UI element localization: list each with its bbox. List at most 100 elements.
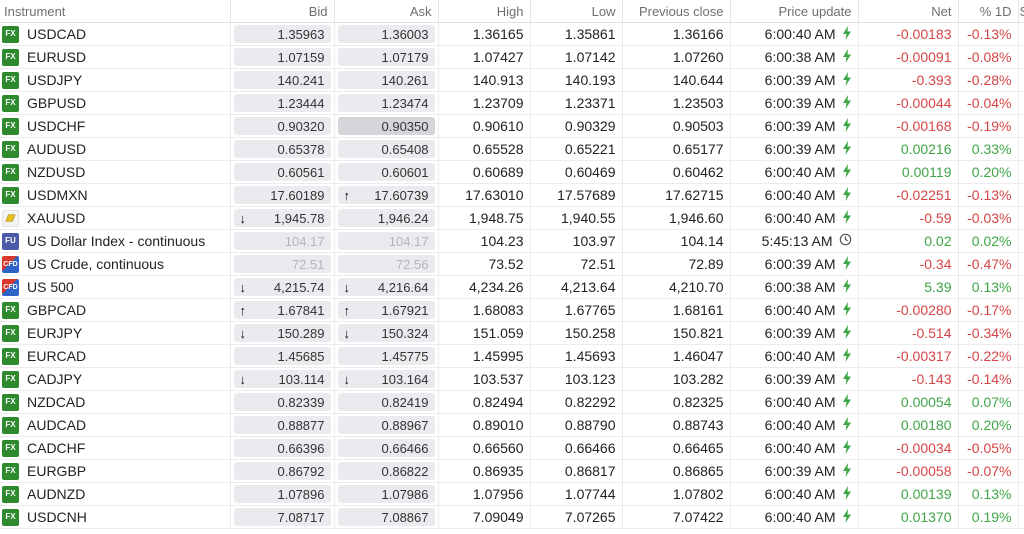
bid-price-button[interactable]: 0.88877	[233, 416, 331, 434]
ask-price-button[interactable]: 104.17	[337, 232, 435, 250]
bid-price-button[interactable]: 17.60189	[233, 186, 331, 204]
bid-cell[interactable]: 0.66396	[230, 436, 335, 460]
table-row[interactable]: FX USDMXN 17.60189 ↑ 17.60739 17.63010 17.5768…	[0, 183, 1024, 207]
instrument-cell[interactable]: FX CADJPY	[0, 367, 231, 391]
table-row[interactable]: XAUUSD ↓ 1,945.78 1,946.24 1,948.75 1,940.55 1…	[0, 206, 1024, 230]
bid-cell[interactable]: 0.90320	[230, 114, 335, 138]
table-row[interactable]: FX EURUSD 1.07159 1.07179 1.07427 1.07142 1.07…	[0, 45, 1024, 69]
bid-cell[interactable]: ↑ 1.67841	[230, 298, 335, 322]
ask-cell[interactable]: 0.88967	[334, 413, 439, 437]
bid-price-button[interactable]: 0.82339	[233, 393, 331, 411]
instrument-cell[interactable]: FX EURUSD	[0, 45, 231, 69]
instrument-cell[interactable]: FX USDCNH	[0, 505, 231, 529]
ask-cell[interactable]: ↓ 4,216.64	[334, 275, 439, 299]
ask-cell[interactable]: 140.261	[334, 68, 439, 92]
ask-price-button[interactable]: 0.60601	[337, 163, 435, 181]
table-row[interactable]: FX USDCAD 1.35963 1.36003 1.36165 1.35861 1.36…	[0, 22, 1024, 46]
ask-cell[interactable]: 72.56	[334, 252, 439, 276]
table-row[interactable]: FX AUDNZD 1.07896 1.07986 1.07956 1.07744 1.07…	[0, 482, 1024, 506]
col-header-instrument[interactable]: Instrument	[0, 0, 231, 23]
table-row[interactable]: FX CADCHF 0.66396 0.66466 0.66560 0.66466 0.66…	[0, 436, 1024, 460]
ask-cell[interactable]: 1.36003	[334, 22, 439, 46]
bid-price-button[interactable]: ↑ 1.67841	[233, 301, 331, 319]
ask-cell[interactable]: 1.45775	[334, 344, 439, 368]
col-header-extra[interactable]: S	[1018, 0, 1024, 23]
bid-cell[interactable]: 1.07159	[230, 45, 335, 69]
ask-price-button[interactable]: 0.65408	[337, 140, 435, 158]
ask-cell[interactable]: 0.82419	[334, 390, 439, 414]
bid-cell[interactable]: 0.60561	[230, 160, 335, 184]
bid-price-button[interactable]: 104.17	[233, 232, 331, 250]
ask-price-button[interactable]: 0.82419	[337, 393, 435, 411]
instrument-cell[interactable]: FX AUDUSD	[0, 137, 231, 161]
ask-cell[interactable]: 0.90350	[334, 114, 439, 138]
bid-cell[interactable]: ↓ 103.114	[230, 367, 335, 391]
bid-price-button[interactable]: 140.241	[233, 71, 331, 89]
table-row[interactable]: FX USDCHF 0.90320 0.90350 0.90610 0.90329 0.90…	[0, 114, 1024, 138]
col-header-price-update[interactable]: Price update	[730, 0, 859, 23]
table-row[interactable]: CFD US Crude, continuous 72.51 72.56 73.52 72…	[0, 252, 1024, 276]
ask-cell[interactable]: 0.65408	[334, 137, 439, 161]
ask-price-button[interactable]: 1.36003	[337, 25, 435, 43]
bid-price-button[interactable]: 1.35963	[233, 25, 331, 43]
bid-price-button[interactable]: 1.45685	[233, 347, 331, 365]
table-row[interactable]: FX NZDUSD 0.60561 0.60601 0.60689 0.60469 0.60…	[0, 160, 1024, 184]
bid-cell[interactable]: 1.23444	[230, 91, 335, 115]
ask-price-button[interactable]: ↑ 17.60739	[337, 186, 435, 204]
bid-cell[interactable]: 0.86792	[230, 459, 335, 483]
instrument-cell[interactable]: FX GBPCAD	[0, 298, 231, 322]
col-header-previous-close[interactable]: Previous close	[622, 0, 731, 23]
instrument-cell[interactable]: FX EURCAD	[0, 344, 231, 368]
ask-price-button[interactable]: 1.45775	[337, 347, 435, 365]
ask-price-button[interactable]: 7.08867	[337, 508, 435, 526]
instrument-cell[interactable]: CFD US Crude, continuous	[0, 252, 231, 276]
ask-price-button[interactable]: 1.07179	[337, 48, 435, 66]
instrument-cell[interactable]: FX USDCHF	[0, 114, 231, 138]
bid-price-button[interactable]: 1.07896	[233, 485, 331, 503]
bid-price-button[interactable]: 1.23444	[233, 94, 331, 112]
bid-cell[interactable]: 7.08717	[230, 505, 335, 529]
instrument-cell[interactable]: FU US Dollar Index - continuous	[0, 229, 231, 253]
bid-price-button[interactable]: ↓ 103.114	[233, 370, 331, 388]
ask-price-button[interactable]: 0.90350	[337, 117, 435, 135]
instrument-cell[interactable]: FX CADCHF	[0, 436, 231, 460]
instrument-cell[interactable]: CFD US 500	[0, 275, 231, 299]
bid-cell[interactable]: 1.07896	[230, 482, 335, 506]
bid-price-button[interactable]: 72.51	[233, 255, 331, 273]
ask-price-button[interactable]: 72.56	[337, 255, 435, 273]
ask-price-button[interactable]: ↓ 150.324	[337, 324, 435, 342]
instrument-cell[interactable]: XAUUSD	[0, 206, 231, 230]
bid-cell[interactable]: 1.45685	[230, 344, 335, 368]
bid-price-button[interactable]: 0.66396	[233, 439, 331, 457]
ask-cell[interactable]: 0.66466	[334, 436, 439, 460]
bid-cell[interactable]: 0.65378	[230, 137, 335, 161]
bid-cell[interactable]: ↓ 150.289	[230, 321, 335, 345]
ask-cell[interactable]: 104.17	[334, 229, 439, 253]
bid-cell[interactable]: 140.241	[230, 68, 335, 92]
instrument-cell[interactable]: FX NZDUSD	[0, 160, 231, 184]
instrument-cell[interactable]: FX EURJPY	[0, 321, 231, 345]
ask-price-button[interactable]: 140.261	[337, 71, 435, 89]
table-row[interactable]: FX NZDCAD 0.82339 0.82419 0.82494 0.82292 0.82…	[0, 390, 1024, 414]
col-header-pct-1d[interactable]: % 1D	[958, 0, 1019, 23]
instrument-cell[interactable]: FX GBPUSD	[0, 91, 231, 115]
ask-price-button[interactable]: 0.66466	[337, 439, 435, 457]
instrument-cell[interactable]: FX USDCAD	[0, 22, 231, 46]
table-row[interactable]: FX USDJPY 140.241 140.261 140.913 140.193 140.…	[0, 68, 1024, 92]
instrument-cell[interactable]: FX USDJPY	[0, 68, 231, 92]
col-header-low[interactable]: Low	[530, 0, 623, 23]
bid-cell[interactable]: 104.17	[230, 229, 335, 253]
bid-price-button[interactable]: 0.65378	[233, 140, 331, 158]
table-row[interactable]: FX GBPUSD 1.23444 1.23474 1.23709 1.23371 1.23…	[0, 91, 1024, 115]
table-row[interactable]: FX EURJPY ↓ 150.289 ↓ 150.324 151.059 150.258 15…	[0, 321, 1024, 345]
col-header-ask[interactable]: Ask	[334, 0, 439, 23]
bid-price-button[interactable]: ↓ 150.289	[233, 324, 331, 342]
table-row[interactable]: FX EURCAD 1.45685 1.45775 1.45995 1.45693 1.46…	[0, 344, 1024, 368]
ask-cell[interactable]: ↑ 1.67921	[334, 298, 439, 322]
bid-price-button[interactable]: 0.90320	[233, 117, 331, 135]
bid-cell[interactable]: 0.82339	[230, 390, 335, 414]
instrument-cell[interactable]: FX USDMXN	[0, 183, 231, 207]
instrument-cell[interactable]: FX AUDNZD	[0, 482, 231, 506]
ask-cell[interactable]: ↓ 103.164	[334, 367, 439, 391]
bid-price-button[interactable]: ↓ 4,215.74	[233, 278, 331, 296]
